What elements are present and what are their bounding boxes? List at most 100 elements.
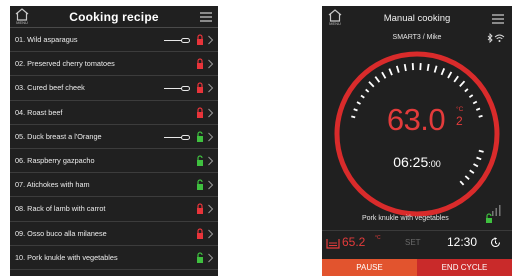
recipe-row[interactable]: 02. Preserved cherry tomatoes xyxy=(10,52,218,77)
page-title: Manual cooking xyxy=(383,12,451,24)
timer-icon[interactable] xyxy=(490,237,501,248)
bluetooth-icon xyxy=(487,33,493,43)
recipe-row[interactable]: 10. Pork knukle with vegetables xyxy=(10,246,218,270)
dial-tick xyxy=(478,149,484,153)
dial-tick xyxy=(353,108,358,112)
slider-toggle-icon[interactable] xyxy=(164,38,190,43)
recipe-name: 07. Atichokes with ham xyxy=(15,180,90,190)
recipe-header: MENU Cooking recipe xyxy=(10,6,218,28)
padlock-locked-icon[interactable] xyxy=(196,106,204,119)
recipe-row[interactable]: 04. Roast beef xyxy=(10,101,218,125)
chevron-right-icon[interactable] xyxy=(207,108,214,118)
padlock-locked-icon[interactable] xyxy=(196,227,204,240)
dial-tick xyxy=(351,115,356,119)
padlock-unlocked-icon[interactable] xyxy=(196,179,204,191)
dial-tick xyxy=(356,101,361,105)
temperature-decimal: 2 xyxy=(456,114,463,128)
padlock-icon xyxy=(486,213,492,223)
pause-button[interactable]: PAUSE xyxy=(322,259,417,276)
chevron-right-icon[interactable] xyxy=(207,229,214,239)
dial-tick xyxy=(468,94,474,99)
dial-tick xyxy=(459,80,466,88)
dial-tick xyxy=(388,68,393,76)
padlock-locked-icon[interactable] xyxy=(196,82,204,94)
padlock-locked-icon[interactable] xyxy=(196,58,204,70)
padlock-unlocked-icon[interactable] xyxy=(196,252,204,264)
chevron-right-icon[interactable] xyxy=(207,59,214,69)
slider-toggle-icon[interactable] xyxy=(164,86,190,92)
chevron-right-icon[interactable] xyxy=(207,35,214,45)
dial-tick xyxy=(365,88,370,93)
chevron-right-icon[interactable] xyxy=(207,204,214,214)
recipe-row[interactable]: 03. Cured beef cheek xyxy=(10,76,218,101)
recipe-row[interactable]: 06. Raspberry gazpacho xyxy=(10,149,218,174)
dial-tick xyxy=(360,94,365,99)
chevron-right-icon[interactable] xyxy=(207,132,214,142)
dial-tick xyxy=(426,63,430,72)
hamburger-menu-icon[interactable] xyxy=(200,12,212,22)
water-tank-icon xyxy=(326,239,340,249)
manual-header: MENU Manual cooking xyxy=(322,6,512,30)
wifi-icon xyxy=(494,34,505,42)
dial-tick xyxy=(395,65,400,73)
end-cycle-button[interactable]: END CYCLE xyxy=(417,259,512,276)
dial-tick xyxy=(472,100,478,105)
dial-tick xyxy=(453,75,459,83)
slider-toggle-icon[interactable] xyxy=(164,134,190,140)
padlock-unlocked-icon[interactable] xyxy=(196,155,204,167)
recipe-name: 10. Pork knukle with vegetables xyxy=(15,252,118,262)
recipe-name: 01. Wild asparagus xyxy=(15,35,78,45)
dial-tick xyxy=(476,156,482,161)
set-label[interactable]: SET xyxy=(405,238,421,247)
chevron-right-icon[interactable] xyxy=(207,180,214,190)
connectivity-icons xyxy=(487,33,505,43)
menu-caption: MENU xyxy=(329,21,341,26)
tank-temperature: 65.2 xyxy=(342,235,366,249)
recipe-name: 06. Raspberry gazpacho xyxy=(15,156,95,166)
chevron-right-icon[interactable] xyxy=(207,253,214,263)
recipe-name: 08. Rack of lamb with carrot xyxy=(15,204,106,214)
recipe-name: 02. Preserved cherry tomatoes xyxy=(15,59,115,69)
temperature-dial[interactable]: 63.0 °C 2 06:25:00 xyxy=(322,44,512,224)
dial-tick xyxy=(459,180,465,186)
cooking-recipe-screen: MENU Cooking recipe 01. Wild asparagus 02… xyxy=(10,6,218,276)
home-menu-button[interactable]: MENU xyxy=(327,9,343,27)
chevron-right-icon[interactable] xyxy=(207,83,214,93)
dial-tick xyxy=(447,71,453,79)
dial-tick xyxy=(381,71,387,79)
dial-tick xyxy=(440,68,446,76)
target-temperature: 63.0 xyxy=(386,102,446,137)
tank-temperature-unit: °C xyxy=(375,235,381,241)
dial-tick xyxy=(433,65,438,73)
padlock-locked-icon[interactable] xyxy=(196,34,204,46)
dial-tick xyxy=(475,107,481,111)
timer-main: 06:25 xyxy=(393,154,429,170)
manual-cooking-screen: MENU Manual cooking SMART3 / Mike 63.0 °… xyxy=(322,6,512,276)
recipe-row[interactable]: 05. Duck breast a l'Orange xyxy=(10,125,218,149)
dial-tick xyxy=(469,169,475,174)
recipe-name: 09. Osso buco alla milanese xyxy=(15,228,107,238)
chevron-right-icon[interactable] xyxy=(207,156,214,166)
padlock-locked-icon[interactable] xyxy=(196,203,204,215)
home-menu-button[interactable]: MENU xyxy=(14,8,30,26)
menu-caption: MENU xyxy=(16,20,28,25)
recipe-row[interactable]: 07. Atichokes with ham xyxy=(10,173,218,198)
dial-tick xyxy=(478,114,483,118)
dial-tick xyxy=(374,76,381,83)
recipe-row[interactable]: 08. Rack of lamb with carrot xyxy=(10,197,218,222)
clock-time: 12:30 xyxy=(447,235,478,249)
dial-tick xyxy=(368,81,375,88)
dial-tick xyxy=(403,63,407,72)
dial-tick xyxy=(464,88,469,93)
status-row: 65.2 °C SET 12:30 xyxy=(322,230,512,252)
timer-seconds: :00 xyxy=(428,159,441,169)
device-user-label: SMART3 / Mike xyxy=(392,34,442,41)
recipe-row[interactable]: 01. Wild asparagus xyxy=(10,28,218,53)
hamburger-menu-icon[interactable] xyxy=(492,14,504,24)
recipe-row[interactable]: 09. Osso buco alla milanese xyxy=(10,222,218,246)
dial-tick xyxy=(473,163,479,168)
recipe-name: 03. Cured beef cheek xyxy=(15,83,85,93)
padlock-unlocked-icon[interactable] xyxy=(196,131,204,143)
dial-tick xyxy=(464,175,470,180)
temperature-unit: °C xyxy=(456,106,464,113)
